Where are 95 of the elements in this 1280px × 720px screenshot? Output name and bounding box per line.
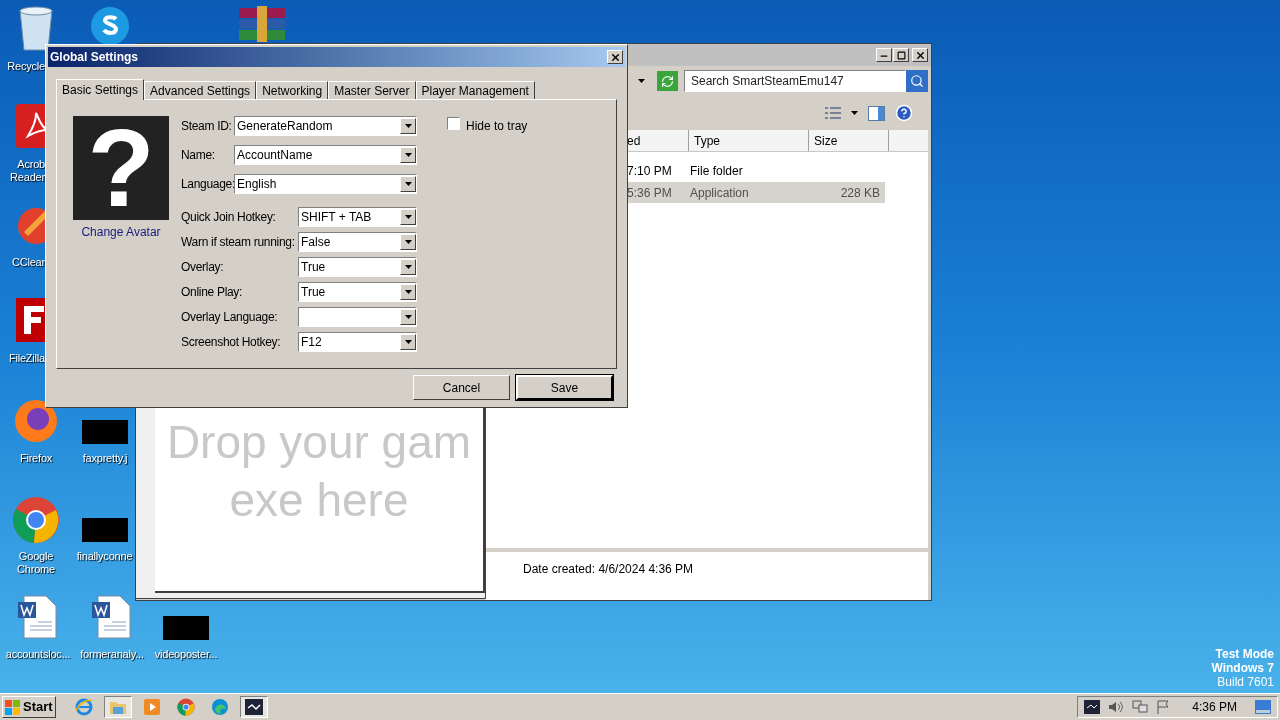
close-button[interactable]: [607, 50, 623, 64]
folder-icon: [109, 699, 127, 715]
type-cell-text: Application: [689, 184, 750, 202]
browser-e-icon: [75, 698, 93, 716]
size-cell-text: 228 KB: [839, 184, 881, 202]
dropdown-field[interactable]: True: [298, 282, 417, 302]
field-label: Overlay:: [181, 259, 225, 276]
speaker-icon[interactable]: [1108, 700, 1125, 714]
system-notice-text: Build 7601: [1217, 675, 1274, 689]
document-icon: [92, 594, 132, 640]
chrome-icon: [12, 496, 60, 544]
maximize-button[interactable]: [893, 48, 909, 62]
column-header[interactable]: Type: [689, 130, 809, 151]
dropdown-field[interactable]: False: [298, 232, 417, 252]
caret-icon: [404, 182, 412, 186]
dropdown-field[interactable]: GenerateRandom: [234, 116, 417, 136]
caret-icon: [404, 124, 412, 128]
search-icon: [910, 74, 924, 88]
desktop-icon-label[interactable]: Acrob Reader: [10, 158, 45, 184]
checkbox[interactable]: [447, 117, 460, 130]
caret-icon: [404, 240, 412, 244]
caret-icon: [404, 290, 412, 294]
desktop-icon-label[interactable]: CClear: [11, 256, 45, 269]
dropdown-field[interactable]: True: [298, 257, 417, 277]
file-thumbnail: [163, 616, 209, 640]
desktop-icon-label[interactable]: FileZilla: [8, 352, 45, 365]
wave-icon: [211, 698, 229, 716]
caret-icon: [638, 79, 645, 83]
clock[interactable]: 4:36 PM: [1192, 698, 1237, 716]
tab[interactable]: Networking: [256, 81, 329, 99]
dropdown-field[interactable]: SHIFT + TAB: [298, 207, 417, 227]
details-text: Date created: 4/6/2024 4:36 PM: [523, 561, 694, 578]
archive-icon: [237, 6, 287, 42]
search-button[interactable]: [906, 70, 928, 92]
app-tray-icon[interactable]: [1084, 700, 1101, 714]
caret-icon: [404, 265, 412, 269]
start-button[interactable]: Start: [2, 696, 56, 718]
recycle-bin-icon: [16, 6, 56, 52]
caret-icon: [404, 215, 412, 219]
file-thumbnail: [81, 518, 128, 542]
flag-icon[interactable]: [1156, 700, 1171, 714]
system-notice-text: Windows 7: [1211, 661, 1274, 675]
refresh-icon: [661, 74, 674, 88]
tab[interactable]: Master Server: [328, 81, 416, 99]
taskbar-app-button[interactable]: [240, 696, 268, 718]
app-window-icon: [245, 699, 263, 715]
tab[interactable]: Player Management: [415, 81, 535, 99]
windows-logo-icon: [5, 699, 21, 715]
caret-icon: [851, 111, 858, 115]
system-notice-text: Test Mode: [1215, 647, 1274, 661]
caret-icon: [404, 153, 412, 157]
dropdown-field[interactable]: F12: [298, 332, 417, 352]
preview-pane-icon: [868, 105, 885, 121]
modified-cell-text: 7:10 PM: [626, 162, 673, 180]
network-icon[interactable]: [1132, 700, 1149, 714]
minimize-button[interactable]: [876, 48, 892, 62]
fox-globe-icon: [13, 398, 59, 444]
caret-icon: [404, 340, 412, 344]
close-icon: [609, 51, 621, 63]
field-label: Name:: [181, 147, 216, 164]
change-avatar-link[interactable]: Change Avatar: [81, 223, 161, 241]
close-button[interactable]: [912, 48, 928, 62]
modified-cell-text: 5:36 PM: [626, 184, 673, 202]
show-desktop-icon[interactable]: [1255, 700, 1271, 714]
desktop-icon-label[interactable]: Recycle: [7, 60, 45, 73]
dialog-button[interactable]: Cancel: [413, 375, 510, 400]
field-label: Online Play:: [181, 284, 244, 301]
field-label: Overlay Language:: [181, 309, 279, 326]
dropdown-field[interactable]: AccountName: [234, 145, 417, 165]
field-label: Language:: [181, 176, 234, 193]
file-thumbnail: [82, 420, 128, 444]
help-icon: [895, 104, 913, 122]
dialog-button[interactable]: Save: [516, 375, 613, 400]
tab[interactable]: Advanced Settings: [144, 81, 257, 99]
document-icon: [18, 594, 58, 640]
close-icon: [914, 49, 926, 61]
refresh-button[interactable]: [657, 71, 678, 91]
view-list-icon: [825, 107, 841, 119]
field-label: Screenshot Hotkey:: [181, 334, 282, 351]
field-label: Warn if steam running:: [181, 234, 296, 251]
column-header[interactable]: Size: [809, 130, 889, 151]
dropdown-field[interactable]: [298, 307, 417, 327]
field-label: Steam ID:: [181, 118, 233, 135]
question-mark: ?: [87, 116, 155, 220]
type-cell-text: File folder: [689, 162, 744, 180]
window-title: Global Settings: [50, 49, 138, 66]
search-field[interactable]: Search SmartSteamEmu147: [684, 70, 906, 92]
checkbox-label: Hide to tray: [466, 118, 528, 135]
play-icon: [144, 699, 160, 715]
tab[interactable]: Basic Settings: [56, 79, 145, 100]
chrome-icon: [177, 698, 195, 716]
field-label: Quick Join Hotkey:: [181, 209, 277, 226]
caret-icon: [404, 315, 412, 319]
maximize-icon: [896, 50, 906, 60]
dropdown-field[interactable]: English: [234, 174, 417, 194]
